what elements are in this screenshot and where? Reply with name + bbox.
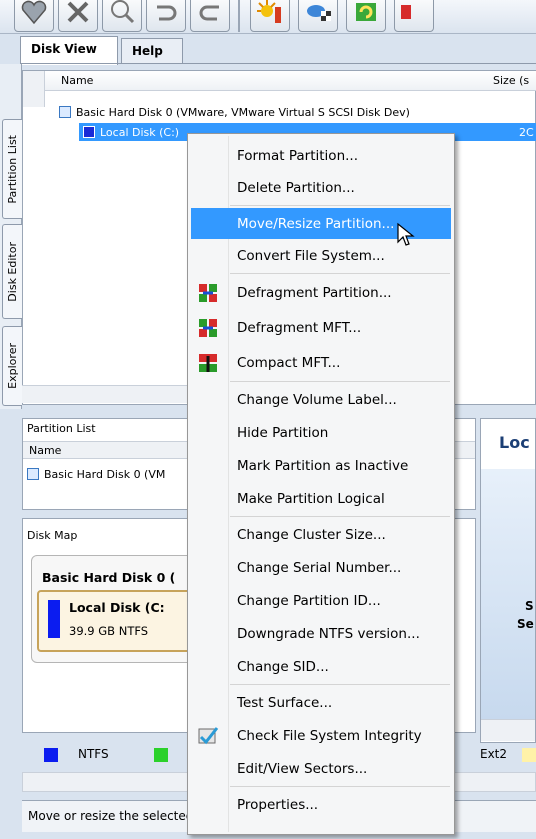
tab-help[interactable]: Help: [121, 38, 183, 64]
tab-strip: Disk View Help: [20, 36, 536, 65]
menu-item-make-logical[interactable]: Make Partition Logical: [191, 483, 451, 514]
mouse-pointer-icon: [397, 222, 415, 246]
legend-label-ntfs: NTFS: [78, 747, 109, 761]
menu-item-hide-partition[interactable]: Hide Partition: [191, 417, 451, 448]
partition-list-row[interactable]: Basic Hard Disk 0 (VM: [27, 465, 165, 483]
side-tab-disk-editor[interactable]: Disk Editor: [2, 224, 22, 319]
disk-flag-icon[interactable]: [298, 0, 338, 32]
disk-icon: [27, 468, 39, 480]
menu-separator: [230, 786, 450, 787]
disk-map-disk-label: Basic Hard Disk 0 (: [42, 570, 176, 585]
menu-item-edit-view-sectors[interactable]: Edit/View Sectors...: [191, 753, 451, 784]
defrag-icon: [197, 282, 219, 304]
menu-separator: [230, 684, 450, 685]
red-icon[interactable]: [394, 0, 434, 32]
column-size[interactable]: Size (s: [493, 74, 529, 87]
compact-mft-icon: [197, 352, 219, 374]
side-tab-explorer[interactable]: Explorer: [2, 326, 22, 406]
menu-item-change-partition-id[interactable]: Change Partition ID...: [191, 585, 451, 616]
menu-item-change-cluster-size[interactable]: Change Cluster Size...: [191, 519, 451, 550]
menu-item-delete-partition[interactable]: Delete Partition...: [191, 172, 451, 203]
menu-item-defragment-partition[interactable]: Defragment Partition...: [191, 277, 451, 308]
disk-map-title: Disk Map: [27, 529, 78, 542]
legend-label-ext2: Ext2: [480, 747, 508, 761]
magnifier-icon[interactable]: [102, 0, 142, 32]
details-title: Loc: [499, 433, 530, 452]
menu-separator: [230, 205, 450, 206]
toolbar: [0, 0, 536, 34]
partition-icon: [83, 126, 95, 138]
tree-scroll-up[interactable]: [23, 71, 45, 107]
disk-icon: [59, 106, 71, 118]
side-tab-strip: Partition List Disk Editor Explorer: [0, 64, 22, 409]
tree-row-disk[interactable]: Basic Hard Disk 0 (VMware, VMware Virtua…: [59, 103, 410, 121]
menu-separator: [230, 273, 450, 274]
disk-map-partition[interactable]: Local Disk (C: 39.9 GB NTFS: [37, 590, 202, 652]
details-body: S Se: [481, 469, 535, 719]
menu-item-compact-mft[interactable]: Compact MFT...: [191, 347, 451, 378]
menu-item-mark-inactive[interactable]: Mark Partition as Inactive: [191, 450, 451, 481]
legend-swatch-ntfs: [44, 748, 58, 762]
menu-item-change-sid[interactable]: Change SID...: [191, 651, 451, 682]
partition-list-title: Partition List: [27, 422, 96, 435]
menu-item-defragment-mft[interactable]: Defragment MFT...: [191, 312, 451, 343]
menu-item-change-volume-label[interactable]: Change Volume Label...: [191, 384, 451, 415]
menu-item-check-fs-integrity[interactable]: Check File System Integrity: [191, 720, 451, 751]
menu-item-properties[interactable]: Properties...: [191, 789, 451, 820]
tabs-divider: [20, 63, 536, 64]
menu-item-format-partition[interactable]: Format Partition...: [191, 140, 451, 171]
check-fs-icon: [197, 725, 219, 747]
legend-swatch-yellow: [522, 748, 536, 762]
partition-list-column-name[interactable]: Name: [29, 444, 61, 457]
details-line-1: S: [525, 599, 534, 613]
menu-separator: [230, 381, 450, 382]
disk-map-partition-info: 39.9 GB NTFS: [69, 624, 149, 638]
tree-horizontal-scrollbar[interactable]: [22, 385, 187, 403]
burst-icon[interactable]: [250, 0, 290, 32]
ntfs-color-bar: [48, 600, 60, 638]
refresh-icon[interactable]: [346, 0, 386, 32]
legend-swatch-green: [154, 748, 168, 762]
side-tab-partition-list[interactable]: Partition List: [2, 119, 22, 219]
toolbar-separator: [238, 0, 240, 32]
tab-disk-view[interactable]: Disk View: [20, 36, 118, 65]
tools-icon[interactable]: [58, 0, 98, 32]
redo-icon[interactable]: [190, 0, 230, 32]
menu-item-test-surface[interactable]: Test Surface...: [191, 687, 451, 718]
defrag-mft-icon: [197, 317, 219, 339]
menu-item-change-serial-number[interactable]: Change Serial Number...: [191, 552, 451, 583]
menu-item-downgrade-ntfs[interactable]: Downgrade NTFS version...: [191, 618, 451, 649]
undo-icon[interactable]: [146, 0, 186, 32]
partition-details-panel: Loc S Se: [480, 418, 536, 743]
disk-map-partition-label: Local Disk (C:: [69, 600, 165, 615]
tree-header: Name Size (s: [23, 71, 536, 91]
menu-separator: [230, 516, 450, 517]
heart-icon[interactable]: [14, 0, 54, 32]
column-name[interactable]: Name: [61, 74, 93, 87]
details-line-2: Se: [517, 617, 534, 631]
